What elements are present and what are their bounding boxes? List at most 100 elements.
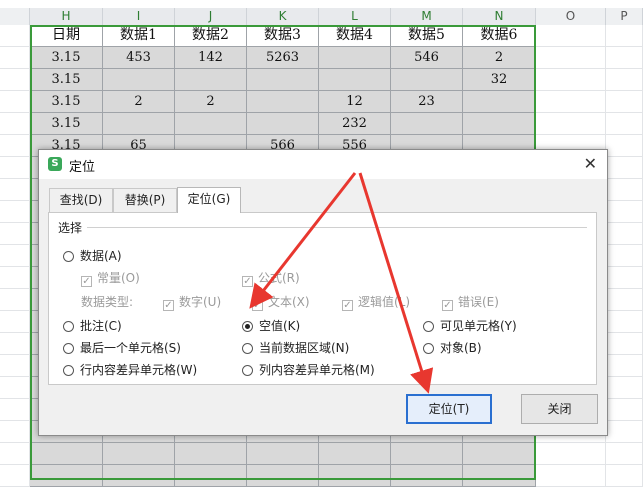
data-cell[interactable] — [319, 47, 391, 69]
empty-cell[interactable] — [0, 311, 30, 333]
empty-cell[interactable] — [0, 245, 30, 267]
header-cell[interactable]: 数据1 — [103, 25, 175, 47]
column-header-h[interactable]: H — [30, 8, 103, 25]
data-cell[interactable] — [463, 465, 536, 487]
data-cell[interactable] — [463, 443, 536, 465]
empty-cell[interactable] — [0, 355, 30, 377]
empty-cell[interactable] — [0, 69, 30, 91]
empty-cell[interactable] — [606, 135, 643, 157]
data-cell[interactable] — [247, 113, 319, 135]
option-blank[interactable]: 空值(K) — [242, 317, 300, 334]
empty-cell[interactable] — [0, 179, 30, 201]
data-cell[interactable]: 232 — [319, 113, 391, 135]
option-last-cell[interactable]: 最后一个单元格(S) — [63, 339, 181, 356]
data-cell[interactable] — [175, 69, 247, 91]
empty-cell[interactable] — [0, 157, 30, 179]
empty-cell[interactable] — [0, 421, 30, 443]
data-cell[interactable] — [247, 443, 319, 465]
data-cell[interactable]: 32 — [463, 69, 536, 91]
data-cell[interactable]: 5263 — [247, 47, 319, 69]
data-cell[interactable] — [391, 69, 463, 91]
empty-cell[interactable] — [606, 289, 643, 311]
tab-goto[interactable]: 定位(G) — [177, 187, 241, 213]
empty-cell[interactable] — [0, 465, 30, 487]
data-cell[interactable]: 2 — [103, 91, 175, 113]
empty-cell[interactable] — [606, 25, 643, 47]
empty-cell[interactable] — [606, 377, 643, 399]
empty-cell[interactable] — [0, 333, 30, 355]
empty-cell[interactable] — [606, 465, 643, 487]
empty-cell[interactable] — [0, 443, 30, 465]
empty-cell[interactable] — [606, 421, 643, 443]
data-cell[interactable] — [175, 443, 247, 465]
data-cell[interactable]: 3.15 — [30, 69, 103, 91]
option-comment[interactable]: 批注(C) — [63, 317, 122, 334]
checkbox-logical[interactable]: ✓ 逻辑值(L) — [342, 293, 410, 311]
data-cell[interactable] — [391, 113, 463, 135]
close-icon[interactable]: ✕ — [584, 154, 597, 173]
empty-cell[interactable] — [606, 91, 643, 113]
data-cell[interactable]: 3.15 — [30, 91, 103, 113]
data-cell[interactable] — [319, 69, 391, 91]
checkbox-text[interactable]: ✓ 文本(X) — [252, 293, 310, 311]
header-cell[interactable]: 数据4 — [319, 25, 391, 47]
empty-cell[interactable] — [536, 465, 606, 487]
data-cell[interactable] — [175, 113, 247, 135]
data-cell[interactable] — [319, 465, 391, 487]
data-cell[interactable] — [30, 443, 103, 465]
empty-cell[interactable] — [0, 25, 30, 47]
data-cell[interactable] — [391, 465, 463, 487]
data-cell[interactable] — [391, 443, 463, 465]
data-cell[interactable]: 2 — [175, 91, 247, 113]
data-cell[interactable]: 12 — [319, 91, 391, 113]
empty-cell[interactable] — [0, 201, 30, 223]
data-cell[interactable]: 2 — [463, 47, 536, 69]
checkbox-formula[interactable]: ✓ 公式(R) — [242, 269, 300, 287]
empty-cell[interactable] — [606, 201, 643, 223]
column-header-k[interactable]: K — [247, 8, 319, 25]
header-cell[interactable]: 数据2 — [175, 25, 247, 47]
empty-cell[interactable] — [536, 113, 606, 135]
empty-cell[interactable] — [606, 223, 643, 245]
empty-cell[interactable] — [606, 47, 643, 69]
data-cell[interactable] — [103, 69, 175, 91]
checkbox-number[interactable]: ✓ 数字(U) — [163, 293, 221, 311]
empty-cell[interactable] — [606, 69, 643, 91]
empty-cell[interactable] — [0, 267, 30, 289]
data-cell[interactable] — [247, 91, 319, 113]
checkbox-constant[interactable]: ✓ 常量(O) — [81, 269, 140, 287]
data-cell[interactable] — [463, 113, 536, 135]
data-cell[interactable]: 3.15 — [30, 113, 103, 135]
data-cell[interactable] — [247, 69, 319, 91]
empty-cell[interactable] — [0, 289, 30, 311]
data-cell[interactable]: 453 — [103, 47, 175, 69]
option-row-diff[interactable]: 行内容差异单元格(W) — [63, 361, 197, 378]
empty-cell[interactable] — [606, 355, 643, 377]
data-cell[interactable] — [247, 465, 319, 487]
empty-cell[interactable] — [0, 399, 30, 421]
data-cell[interactable]: 142 — [175, 47, 247, 69]
empty-cell[interactable] — [606, 157, 643, 179]
empty-cell[interactable] — [536, 443, 606, 465]
data-cell[interactable] — [103, 465, 175, 487]
empty-cell[interactable] — [0, 47, 30, 69]
column-header-m[interactable]: M — [391, 8, 463, 25]
data-cell[interactable]: 546 — [391, 47, 463, 69]
empty-cell[interactable] — [0, 223, 30, 245]
empty-cell[interactable] — [0, 113, 30, 135]
data-cell[interactable]: 3.15 — [30, 47, 103, 69]
option-objects[interactable]: 对象(B) — [423, 339, 482, 356]
empty-cell[interactable] — [536, 47, 606, 69]
column-header-l[interactable]: L — [319, 8, 391, 25]
data-cell[interactable] — [175, 465, 247, 487]
close-button[interactable]: 关闭 — [521, 394, 598, 424]
empty-cell[interactable] — [536, 91, 606, 113]
column-header-p[interactable]: P — [606, 8, 643, 25]
empty-cell[interactable] — [0, 135, 30, 157]
option-col-diff[interactable]: 列内容差异单元格(M) — [242, 361, 375, 378]
column-header-i[interactable]: I — [103, 8, 175, 25]
empty-cell[interactable] — [0, 91, 30, 113]
data-cell[interactable] — [103, 443, 175, 465]
empty-cell[interactable] — [606, 443, 643, 465]
empty-cell[interactable] — [536, 69, 606, 91]
